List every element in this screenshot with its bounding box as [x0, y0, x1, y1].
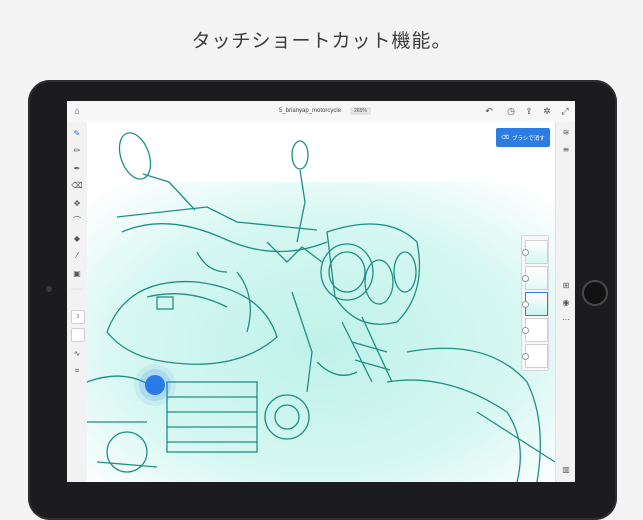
move-tool[interactable]: ✥ [70, 196, 84, 210]
tablet-camera [46, 286, 52, 292]
visibility-icon[interactable]: ◉ [559, 295, 573, 309]
brush-settings-icon[interactable]: ⌗ [70, 364, 84, 378]
expand-icon[interactable]: ⤢ [559, 105, 571, 117]
layer-visibility-dot[interactable] [522, 353, 529, 360]
brush-size-control[interactable]: 3 [71, 310, 85, 324]
ink-pen-tool[interactable]: ✒ [70, 161, 84, 175]
home-icon[interactable]: ⌂ [71, 105, 83, 117]
layer-2-thumbnail[interactable] [522, 266, 548, 290]
erase-with-brush-button[interactable]: ⌫ ブラシで消す [496, 128, 550, 147]
gear-icon[interactable]: ✲ [541, 105, 553, 117]
layer-visibility-dot[interactable] [522, 249, 529, 256]
fill-tool[interactable]: ◆ [70, 231, 84, 245]
toolbar-divider [71, 288, 83, 290]
drawing-canvas[interactable] [87, 122, 555, 482]
zoom-level: 265% [350, 107, 371, 115]
add-layer-icon[interactable]: ⊞ [559, 278, 573, 292]
layer-5-thumbnail[interactable] [522, 344, 548, 368]
left-toolbar: ✎ ✏ ✒ ⌫ ✥ ⌒ ◆ ⁄ ▣ 3 ∿ ⌗ [67, 122, 88, 482]
eraser-icon: ⌫ [501, 134, 509, 141]
layer-visibility-dot[interactable] [522, 275, 529, 282]
lasso-tool[interactable]: ⌒ [70, 214, 84, 228]
layer-visibility-dot[interactable] [522, 327, 529, 334]
layer-visibility-dot[interactable] [522, 301, 529, 308]
more-icon[interactable]: ⋯ [559, 312, 573, 326]
right-toolbar: ≋ ≡ ⊞ ◉ ⋯ ▥ [555, 122, 575, 482]
share-icon[interactable]: ⇪ [523, 105, 535, 117]
motorcycle-sketch [87, 132, 555, 482]
document-title: 5_brianyap_motorcycle [279, 108, 342, 114]
brush-tool[interactable]: ✎ [70, 126, 84, 140]
layers-icon[interactable]: ≋ [559, 125, 573, 139]
app-screen: ⌂ 5_brianyap_motorcycle 265% ↶ ◷ ⇪ ✲ ⤢ ✎… [67, 101, 575, 482]
color-swatch[interactable] [71, 328, 85, 342]
layer-properties-icon[interactable]: ≡ [559, 142, 573, 156]
eraser-tool[interactable]: ⌫ [70, 179, 84, 193]
headline: タッチショートカット機能。 [191, 30, 452, 52]
history-icon[interactable]: ◷ [505, 105, 517, 117]
erase-with-brush-label: ブラシで消す [511, 135, 545, 142]
layer-4-thumbnail[interactable] [522, 318, 548, 342]
eyedropper-tool[interactable]: ⁄ [70, 249, 84, 263]
touch-shortcut-button[interactable] [145, 375, 165, 395]
undo-icon[interactable]: ↶ [483, 105, 495, 117]
image-tool[interactable]: ▣ [70, 266, 84, 280]
pencil-tool[interactable]: ✏ [70, 144, 84, 158]
tablet-home-button[interactable] [582, 280, 608, 306]
layers-panel [521, 235, 549, 371]
trash-icon[interactable]: ▥ [559, 462, 573, 476]
layer-3-thumbnail[interactable] [522, 292, 548, 316]
brush-flow-icon[interactable]: ∿ [70, 346, 84, 360]
layer-1-thumbnail[interactable] [522, 240, 548, 264]
top-toolbar: ⌂ 5_brianyap_motorcycle 265% ↶ ◷ ⇪ ✲ ⤢ [67, 101, 575, 123]
